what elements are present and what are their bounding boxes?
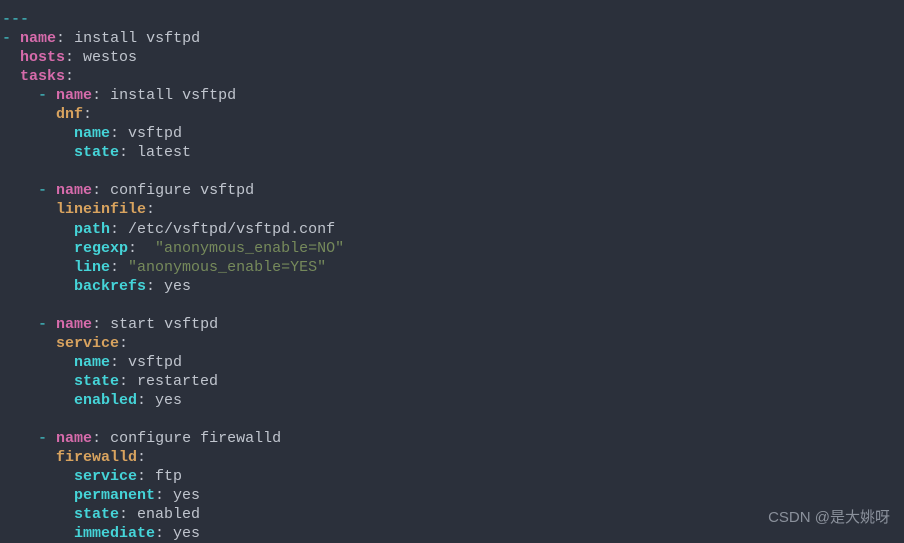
task1-p2-val: latest: [137, 144, 191, 161]
task1-p1-val: vsftpd: [128, 125, 182, 142]
task4-p2-key: permanent: [74, 487, 155, 504]
task3-p2-key: state: [74, 373, 119, 390]
task4-p1-val: ftp: [155, 468, 182, 485]
play-name-val: install vsftpd: [74, 30, 200, 47]
task3-name-key: name: [56, 316, 92, 333]
task2-p3-val: "anonymous_enable=YES": [128, 259, 326, 276]
task2-p2-val: "anonymous_enable=NO": [155, 240, 344, 257]
task3-module: service: [56, 335, 119, 352]
task1-module: dnf: [56, 106, 83, 123]
task1-name-val: install vsftpd: [110, 87, 236, 104]
task3-p1-val: vsftpd: [128, 354, 182, 371]
tasks-key: tasks: [20, 68, 65, 85]
hosts-val: westos: [83, 49, 137, 66]
yaml-doc-start: ---: [2, 11, 29, 28]
task2-p4-key: backrefs: [74, 278, 146, 295]
task4-p4-key: immediate: [74, 525, 155, 542]
task1-p2-key: state: [74, 144, 119, 161]
hosts-key: hosts: [20, 49, 65, 66]
play-name-key: name: [20, 30, 56, 47]
code-block: --- - name: install vsftpd hosts: westos…: [2, 10, 904, 543]
task2-p3-key: line: [74, 259, 110, 276]
task4-name-val: configure firewalld: [110, 430, 281, 447]
task4-p3-val: enabled: [137, 506, 200, 523]
task3-p3-key: enabled: [74, 392, 137, 409]
task3-name-val: start vsftpd: [110, 316, 218, 333]
task3-p2-val: restarted: [137, 373, 218, 390]
task2-name-key: name: [56, 182, 92, 199]
task4-p1-key: service: [74, 468, 137, 485]
task4-p2-val: yes: [173, 487, 200, 504]
task3-p1-key: name: [74, 354, 110, 371]
task4-p3-key: state: [74, 506, 119, 523]
watermark: CSDN @是大姚呀: [768, 508, 890, 527]
task3-p3-val: yes: [155, 392, 182, 409]
task1-name-key: name: [56, 87, 92, 104]
task4-module: firewalld: [56, 449, 137, 466]
task2-p2-key: regexp: [74, 240, 128, 257]
task4-name-key: name: [56, 430, 92, 447]
task2-name-val: configure vsftpd: [110, 182, 254, 199]
task2-p1-val: /etc/vsftpd/vsftpd.conf: [128, 221, 335, 238]
task1-p1-key: name: [74, 125, 110, 142]
task2-p1-key: path: [74, 221, 110, 238]
task4-p4-val: yes: [173, 525, 200, 542]
task2-module: lineinfile: [56, 201, 146, 218]
task2-p4-val: yes: [164, 278, 191, 295]
